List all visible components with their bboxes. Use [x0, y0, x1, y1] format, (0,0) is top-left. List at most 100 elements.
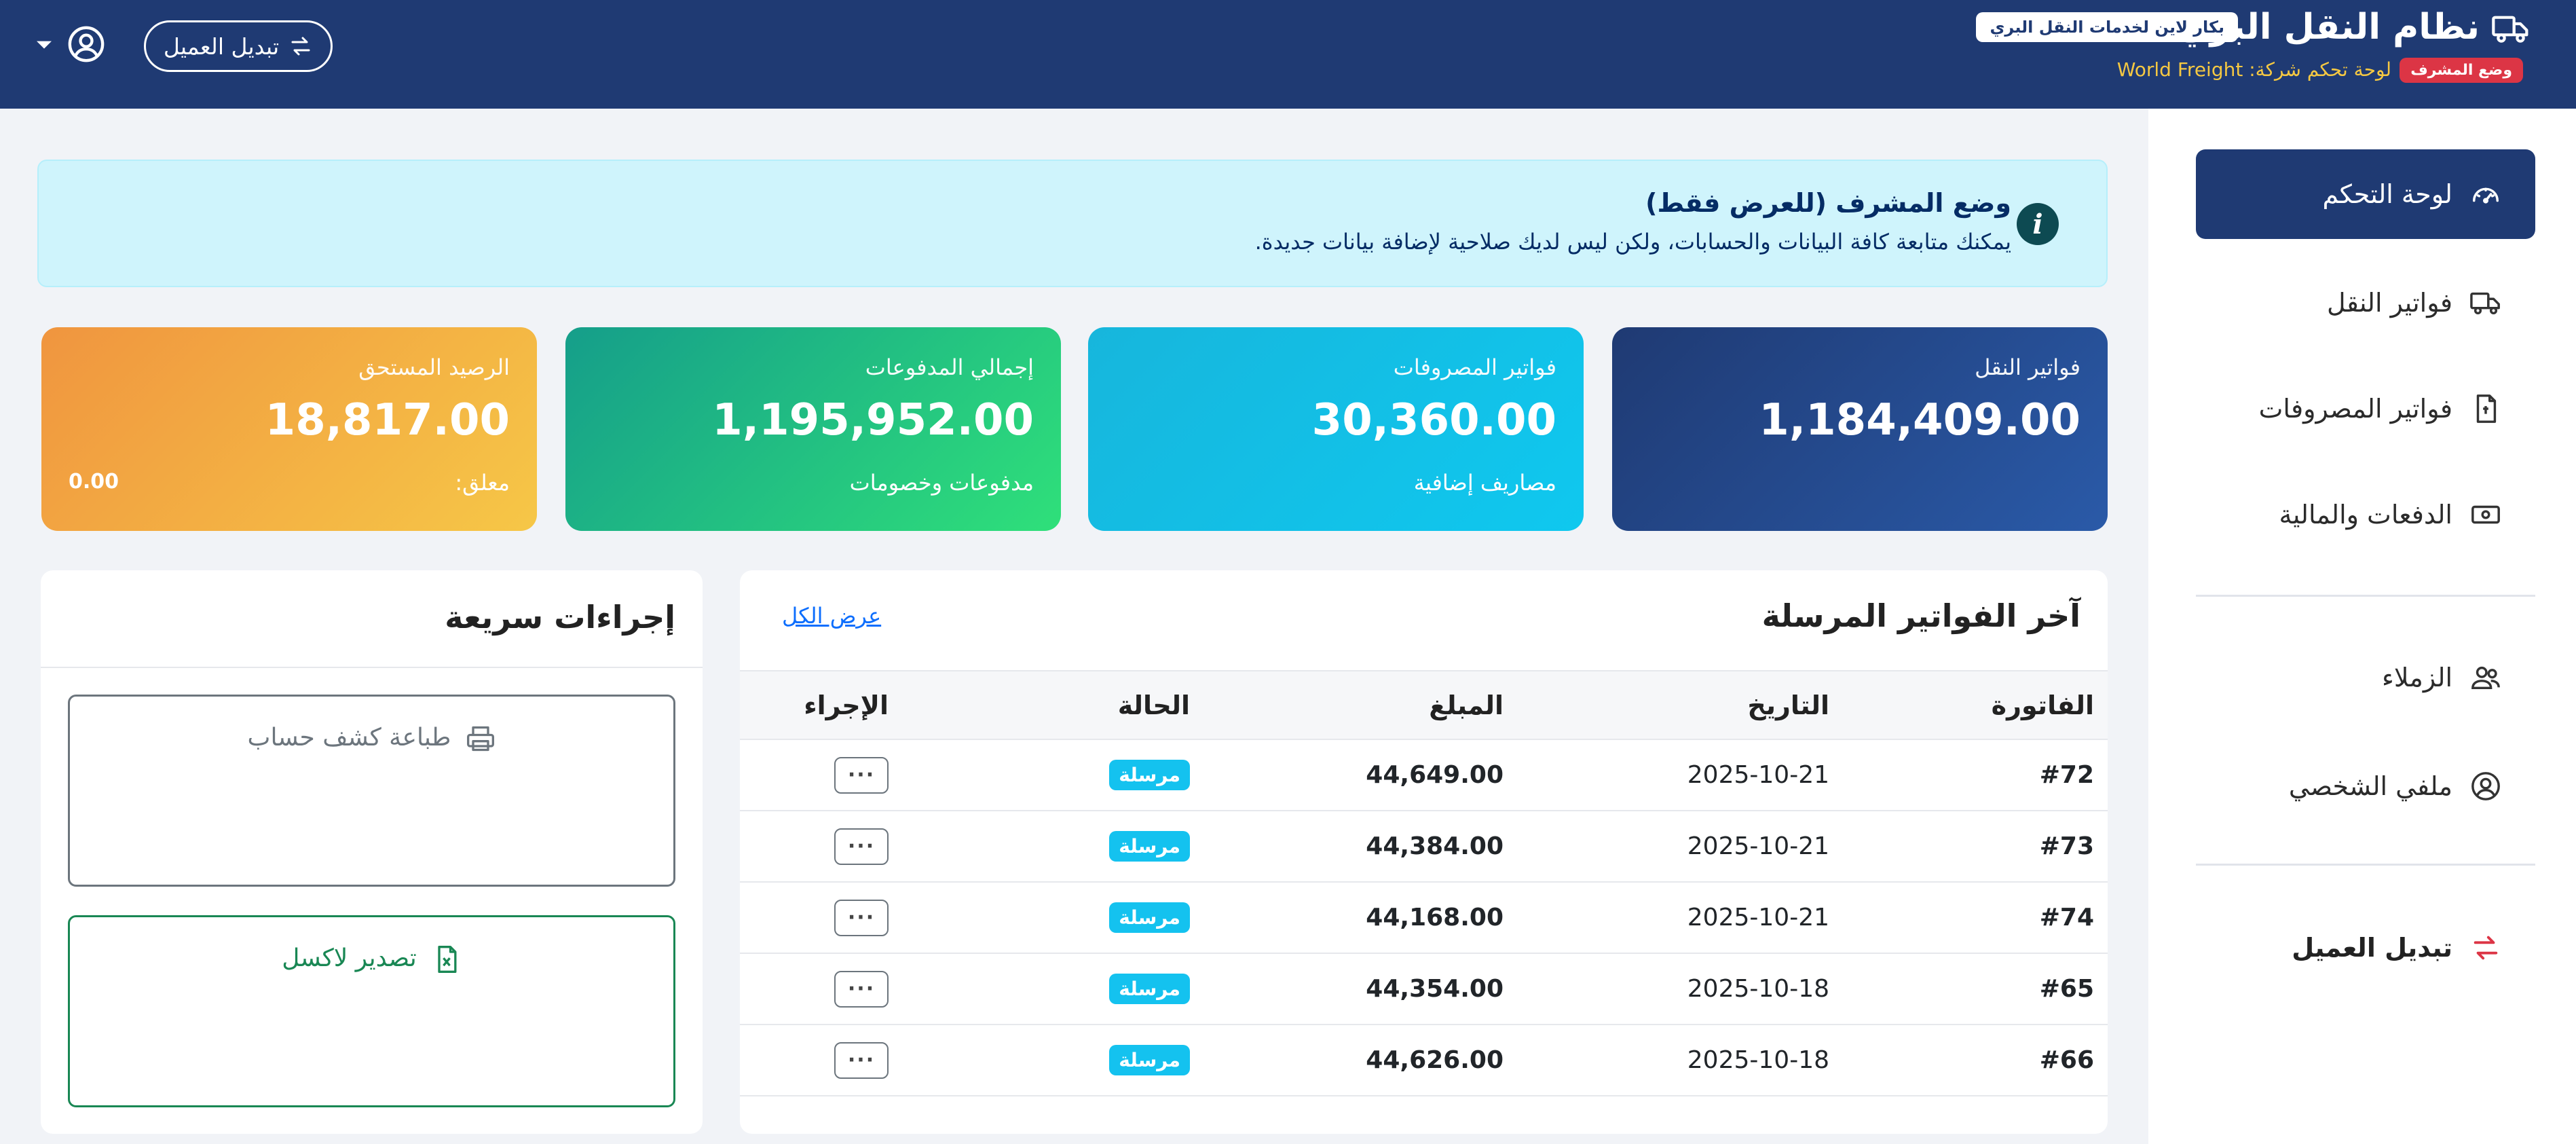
- stat-card-expense-invoices: فواتير المصروفات 30,360.00 مصاريف إضافية: [1088, 327, 1584, 531]
- row-actions-button[interactable]: ···: [834, 970, 889, 1008]
- quick-actions-card: إجراءات سريعة طباعة كشف حساب تصدير لاكسل: [41, 570, 703, 1134]
- action-cell: ···: [834, 811, 889, 881]
- top-navbar: نظام النقل البري بكار لاين لخدمات النقل …: [0, 0, 2576, 109]
- sidebar: لوحة التحكم فواتير النقل فواتير المصروفا…: [2148, 109, 2576, 1144]
- card-divider: [41, 667, 703, 668]
- company-badge: بكار لاين لخدمات النقل البري: [1976, 12, 2238, 42]
- action-cell: ···: [834, 1025, 889, 1095]
- stat-label: فواتير المصروفات: [1393, 354, 1556, 380]
- invoice-date: 2025-10-21: [1687, 761, 1829, 789]
- stat-sublabel: مصاريف إضافية: [1413, 470, 1556, 496]
- action-cell: ···: [834, 954, 889, 1024]
- invoices-table: الفاتورة التاريخ المبلغ الحالة الإجراء #…: [740, 670, 2108, 1096]
- stat-label: إجمالي المدفوعات: [865, 354, 1034, 380]
- stat-value: 1,184,409.00: [1759, 395, 2080, 445]
- sidebar-item-expense-invoices[interactable]: فواتير المصروفات: [2196, 364, 2535, 454]
- table-row: #66 2025-10-18 44,626.00 مرسلة ···: [740, 1025, 2108, 1096]
- invoice-number: #66: [2039, 1046, 2094, 1074]
- user-menu[interactable]: [37, 24, 106, 64]
- sidebar-item-label: تبديل العميل: [2292, 933, 2452, 963]
- status-badge: مرسلة: [1109, 902, 1190, 933]
- sidebar-item-profile[interactable]: ملفي الشخصي: [2196, 741, 2535, 831]
- user-avatar-icon: [68, 26, 105, 62]
- recent-invoices-card: آخر الفواتير المرسلة عرض الكل الفاتورة ا…: [740, 570, 2108, 1134]
- invoice-number: #73: [2039, 832, 2094, 860]
- company-dashboard-label: لوحة تحكم شركة: World Freight: [2116, 58, 2391, 81]
- excel-file-icon: [438, 946, 457, 973]
- invoice-amount: 44,354.00: [1366, 975, 1504, 1003]
- column-header-invoice: الفاتورة: [1991, 690, 2094, 720]
- sidebar-item-switch-client[interactable]: تبديل العميل: [2196, 903, 2535, 993]
- sidebar-item-payments[interactable]: الدفعات والمالية: [2196, 470, 2535, 559]
- sidebar-item-transport-invoices[interactable]: فواتير النقل: [2196, 258, 2535, 348]
- sidebar-divider: [2196, 595, 2535, 597]
- truck-icon: [2470, 292, 2500, 315]
- row-actions-button[interactable]: ···: [834, 756, 889, 794]
- invoice-date: 2025-10-18: [1687, 1046, 1829, 1074]
- status-badge: مرسلة: [1109, 1045, 1190, 1075]
- status-badge: مرسلة: [1109, 974, 1190, 1004]
- stat-value: 18,817.00: [265, 395, 510, 445]
- caret-down-icon: [37, 41, 52, 49]
- cash-icon: [2471, 505, 2500, 524]
- truck-icon: [2492, 16, 2528, 43]
- alert-text: يمكنك متابعة كافة البيانات والحسابات، ول…: [1254, 229, 2011, 255]
- status-cell: مرسلة: [1109, 811, 1190, 881]
- recent-invoices-title: آخر الفواتير المرسلة: [1761, 597, 2080, 634]
- invoice-date: 2025-10-18: [1687, 975, 1829, 1003]
- sidebar-divider: [2196, 864, 2535, 866]
- alert-title: وضع المشرف (للعرض فقط): [1645, 188, 2011, 218]
- info-icon: i: [2017, 203, 2059, 245]
- invoice-number: #74: [2039, 904, 2094, 931]
- row-actions-button[interactable]: ···: [834, 899, 889, 936]
- invoice-number: #72: [2039, 761, 2094, 789]
- stat-card-transport-invoices: فواتير النقل 1,184,409.00: [1612, 327, 2108, 531]
- action-cell: ···: [834, 740, 889, 810]
- status-cell: مرسلة: [1109, 1025, 1190, 1095]
- stat-card-balance-due: الرصيد المستحق 18,817.00 معلق: 0.00: [41, 327, 537, 531]
- swap-arrows-icon: [291, 37, 310, 56]
- table-row: #72 2025-10-21 44,649.00 مرسلة ···: [740, 740, 2108, 811]
- export-excel-button[interactable]: تصدير لاكسل: [68, 915, 675, 1107]
- sidebar-item-label: الدفعات والمالية: [2279, 500, 2452, 530]
- invoice-number: #65: [2039, 975, 2094, 1003]
- column-header-amount: المبلغ: [1429, 690, 1504, 720]
- sidebar-item-label: فواتير المصروفات: [2258, 394, 2452, 424]
- table-row: #73 2025-10-21 44,384.00 مرسلة ···: [740, 811, 2108, 883]
- stat-value: 30,360.00: [1311, 395, 1556, 445]
- stat-value: 1,195,952.00: [712, 395, 1034, 445]
- switch-client-button[interactable]: تبديل العميل: [144, 20, 333, 72]
- column-header-status: الحالة: [1117, 690, 1190, 720]
- invoice-date: 2025-10-21: [1687, 832, 1829, 860]
- pending-value: 0.00: [69, 470, 119, 494]
- sidebar-item-dashboard[interactable]: لوحة التحكم: [2196, 149, 2535, 239]
- print-statement-label: طباعة كشف حساب: [247, 724, 451, 752]
- stat-label: فواتير النقل: [1975, 354, 2080, 380]
- speedometer-icon: [2473, 187, 2499, 204]
- row-actions-button[interactable]: ···: [834, 828, 889, 865]
- status-cell: مرسلة: [1109, 740, 1190, 810]
- quick-actions-title: إجراءات سريعة: [445, 599, 675, 635]
- sidebar-item-label: ملفي الشخصي: [2288, 771, 2452, 801]
- print-statement-button[interactable]: طباعة كشف حساب: [68, 695, 675, 887]
- sidebar-item-label: لوحة التحكم: [2322, 179, 2452, 209]
- printer-icon: [467, 726, 495, 752]
- status-cell: مرسلة: [1109, 883, 1190, 953]
- supervisor-mode-alert: i وضع المشرف (للعرض فقط) يمكنك متابعة كا…: [37, 160, 2108, 287]
- row-actions-button[interactable]: ···: [834, 1041, 889, 1079]
- file-icon: [2476, 394, 2497, 423]
- status-cell: مرسلة: [1109, 954, 1190, 1024]
- sidebar-item-label: الزملاء: [2382, 663, 2452, 693]
- table-row: #65 2025-10-18 44,354.00 مرسلة ···: [740, 954, 2108, 1025]
- swap-arrows-icon: [2474, 936, 2498, 960]
- invoice-amount: 44,649.00: [1366, 761, 1504, 789]
- sidebar-item-colleagues[interactable]: الزملاء: [2196, 633, 2535, 722]
- switch-client-label: تبديل العميل: [163, 33, 280, 60]
- column-header-action: الإجراء: [804, 690, 889, 720]
- export-excel-label: تصدير لاكسل: [282, 944, 417, 972]
- table-header-row: الفاتورة التاريخ المبلغ الحالة الإجراء: [740, 670, 2108, 740]
- view-all-link[interactable]: عرض الكل: [782, 603, 881, 629]
- column-header-date: التاريخ: [1747, 690, 1829, 720]
- stat-sublabel: مدفوعات وخصومات: [849, 470, 1034, 496]
- action-cell: ···: [834, 883, 889, 953]
